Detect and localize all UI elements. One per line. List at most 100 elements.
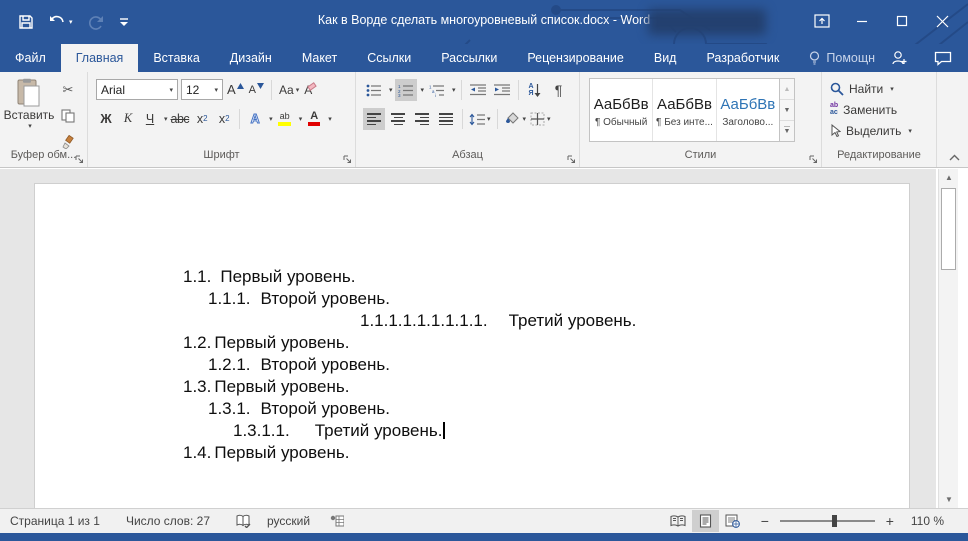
tab-view[interactable]: Вид	[639, 44, 692, 72]
strikethrough-button[interactable]: abc	[170, 108, 191, 129]
change-case-button[interactable]: Aa▾	[278, 82, 300, 98]
zoom-out-button[interactable]: −	[758, 513, 772, 529]
styles-dialog-launcher-icon[interactable]	[809, 155, 818, 164]
decrease-indent-button[interactable]	[467, 79, 489, 101]
italic-button[interactable]: К	[118, 108, 138, 129]
print-layout-button[interactable]	[692, 510, 719, 532]
tab-design[interactable]: Дизайн	[215, 44, 287, 72]
superscript-button[interactable]: x2	[214, 108, 234, 129]
tab-references[interactable]: Ссылки	[352, 44, 426, 72]
sort-button[interactable]: АЯ	[524, 79, 546, 101]
paste-button[interactable]: Вставить ▾	[6, 78, 52, 146]
share-contact-icon[interactable]	[890, 50, 908, 66]
vertical-scrollbar[interactable]: ▲ ▼	[938, 169, 958, 508]
multilevel-list[interactable]: 1.1.Первый уровень. 1.1.1.Второй уровень…	[183, 266, 879, 464]
font-color-button[interactable]: А	[304, 108, 324, 129]
highlight-caret-icon[interactable]: ▾	[299, 115, 303, 123]
replace-button[interactable]: abac Заменить	[830, 99, 936, 120]
grow-font-button[interactable]: A	[226, 81, 245, 98]
scrollbar-thumb[interactable]	[941, 188, 956, 270]
macro-recording-button[interactable]	[330, 515, 344, 527]
justify-icon	[439, 113, 453, 125]
proofing-status-button[interactable]	[236, 514, 251, 528]
font-size-combo[interactable]: 12▾	[181, 79, 223, 100]
paragraph-dialog-launcher-icon[interactable]	[567, 155, 576, 164]
style-normal[interactable]: АаБбВв ¶ Обычный	[590, 79, 653, 141]
tab-layout[interactable]: Макет	[287, 44, 352, 72]
shading-button[interactable]: ▾	[503, 108, 528, 130]
borders-button[interactable]: ▾	[529, 108, 552, 130]
undo-button[interactable]: ▾	[49, 15, 73, 29]
zoom-in-button[interactable]: +	[883, 513, 897, 529]
font-dialog-launcher-icon[interactable]	[343, 155, 352, 164]
web-layout-button[interactable]	[719, 510, 746, 532]
show-hide-marks-button[interactable]: ¶	[548, 79, 570, 101]
close-button[interactable]	[922, 6, 962, 36]
justify-button[interactable]	[435, 108, 457, 130]
minimize-button[interactable]	[842, 6, 882, 36]
numbering-button[interactable]: 123	[395, 79, 417, 101]
cut-button[interactable]: ✂	[56, 80, 80, 100]
document-page[interactable]: 1.1.Первый уровень. 1.1.1.Второй уровень…	[34, 183, 910, 508]
undo-dropdown-caret-icon[interactable]: ▾	[69, 18, 73, 26]
shrink-font-button[interactable]: A	[248, 83, 265, 97]
read-mode-button[interactable]	[665, 510, 692, 532]
numbering-caret-icon[interactable]: ▾	[421, 86, 425, 94]
tab-home[interactable]: Главная	[61, 44, 139, 72]
styles-scroll-down-icon[interactable]: ▼	[780, 100, 794, 121]
tab-review[interactable]: Рецензирование	[512, 44, 639, 72]
zoom-slider-handle[interactable]	[832, 515, 837, 527]
text-effects-caret-icon[interactable]: ▾	[269, 115, 273, 123]
comments-icon[interactable]	[934, 51, 952, 66]
tab-developer[interactable]: Разработчик	[691, 44, 794, 72]
zoom-slider[interactable]	[780, 520, 875, 522]
scroll-up-icon[interactable]: ▲	[940, 169, 958, 186]
tab-insert[interactable]: Вставка	[138, 44, 214, 72]
bullets-caret-icon[interactable]: ▾	[389, 86, 393, 94]
word-count[interactable]: Число слов: 27	[126, 514, 210, 528]
scroll-down-icon[interactable]: ▼	[940, 491, 958, 508]
font-name-combo[interactable]: Arial▾	[96, 79, 178, 100]
style-no-spacing[interactable]: АаБбВв ¶ Без инте...	[653, 79, 716, 141]
select-button[interactable]: Выделить▾	[830, 120, 936, 141]
line-spacing-button[interactable]: ▾	[468, 108, 492, 130]
align-right-button[interactable]	[411, 108, 433, 130]
language-indicator[interactable]: русский	[267, 514, 310, 528]
underline-button[interactable]: Ч	[140, 108, 160, 129]
underline-caret-icon[interactable]: ▾	[164, 115, 168, 123]
customize-qat-button[interactable]	[119, 16, 129, 28]
redo-button[interactable]	[88, 15, 104, 30]
collapse-ribbon-icon[interactable]	[949, 154, 960, 161]
tab-file[interactable]: Файл	[0, 44, 61, 72]
ribbon-display-options-button[interactable]	[802, 6, 842, 36]
style-heading1[interactable]: АаБбВв Заголово...	[717, 79, 779, 141]
save-button[interactable]	[18, 14, 34, 30]
list-item: 1.3.Первый уровень.	[183, 376, 879, 398]
bold-button[interactable]: Ж	[96, 108, 116, 129]
page-indicator[interactable]: Страница 1 из 1	[10, 514, 100, 528]
paste-dropdown-caret-icon[interactable]: ▾	[28, 122, 32, 130]
highlight-color-button[interactable]: ab	[275, 108, 295, 129]
multilevel-list-button[interactable]: 1ai	[426, 79, 448, 101]
bullets-button[interactable]	[363, 79, 385, 101]
copy-button[interactable]	[56, 106, 80, 126]
align-center-button[interactable]	[387, 108, 409, 130]
zoom-level[interactable]: 110 %	[911, 514, 944, 528]
multilevel-caret-icon[interactable]: ▾	[452, 86, 456, 94]
clipboard-dialog-launcher-icon[interactable]	[75, 155, 84, 164]
styles-gallery-expand-icon[interactable]: ▼―	[780, 121, 794, 141]
maximize-button[interactable]	[882, 6, 922, 36]
find-button[interactable]: Найти▾	[830, 78, 936, 99]
clear-formatting-button[interactable]: А	[303, 82, 313, 98]
font-color-caret-icon[interactable]: ▾	[328, 115, 332, 123]
increase-indent-button[interactable]	[491, 79, 513, 101]
subscript-button[interactable]: x2	[192, 108, 212, 129]
replace-icon: abac	[830, 103, 838, 116]
tab-mailings[interactable]: Рассылки	[426, 44, 512, 72]
select-cursor-icon	[830, 124, 841, 137]
text-effects-button[interactable]: А	[245, 108, 265, 129]
align-left-button[interactable]	[363, 108, 385, 130]
styles-scroll-up-icon[interactable]: ▲	[780, 79, 794, 100]
tab-tell-me[interactable]: Помощн	[794, 44, 890, 72]
decrease-indent-icon	[470, 84, 486, 96]
